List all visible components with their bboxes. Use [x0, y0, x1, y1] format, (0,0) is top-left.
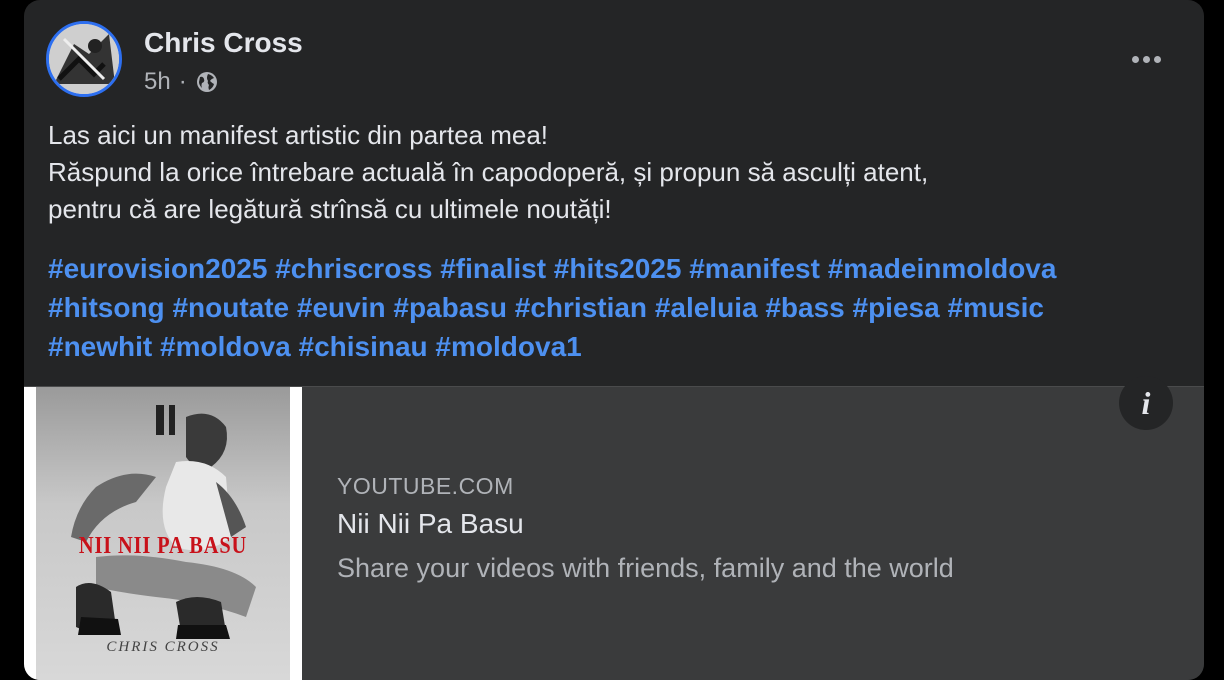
hashtag-line[interactable]: #hitsong #noutate #euvin #pabasu #christ… — [48, 288, 1188, 327]
thumbnail-title: NII NII PA BASU — [78, 533, 248, 559]
info-icon[interactable]: i — [1119, 376, 1173, 430]
more-dot — [1131, 55, 1139, 63]
post-time[interactable]: 5h — [144, 68, 171, 96]
link-source: YOUTUBE.COM — [337, 473, 514, 499]
more-dot — [1142, 55, 1150, 63]
post-text-line: Răspund la orice întrebare actuală în ca… — [48, 157, 929, 187]
video-thumbnail[interactable]: NII NII PA BASU CHRIS CROSS — [24, 387, 302, 680]
more-options-icon[interactable] — [1126, 44, 1166, 74]
meta-separator: · — [178, 68, 187, 95]
link-title[interactable]: Nii Nii Pa Basu — [337, 508, 524, 540]
link-preview[interactable]: NII NII PA BASU CHRIS CROSS i YOUTUBE.CO… — [24, 376, 1204, 680]
thumbnail-artist: CHRIS CROSS — [106, 639, 220, 655]
author-avatar[interactable] — [46, 21, 122, 97]
info-glyph: i — [1141, 384, 1151, 421]
post-text-line: Las aici un manifest artistic din partea… — [48, 120, 549, 150]
hashtag-line[interactable]: #newhit #moldova #chisinau #moldova1 — [48, 327, 1188, 366]
thumbnail-image: NII NII PA BASU CHRIS CROSS — [36, 387, 290, 680]
more-dot — [1153, 55, 1161, 63]
hashtags: #eurovision2025 #chriscross #finalist #h… — [48, 249, 1188, 366]
post-text: Las aici un manifest artistic din partea… — [48, 117, 1178, 228]
avatar-image — [49, 24, 119, 94]
post-card: Chris Cross 5h · Las aici un manifest ar… — [24, 0, 1204, 680]
link-description: Share your videos with friends, family a… — [337, 553, 954, 583]
globe-icon[interactable] — [195, 70, 219, 94]
hashtag-line[interactable]: #eurovision2025 #chriscross #finalist #h… — [48, 249, 1188, 288]
author-name[interactable]: Chris Cross — [144, 26, 303, 60]
post-text-line: pentru că are legătură strînsă cu ultime… — [48, 194, 612, 224]
post-meta: 5h · — [144, 68, 219, 96]
